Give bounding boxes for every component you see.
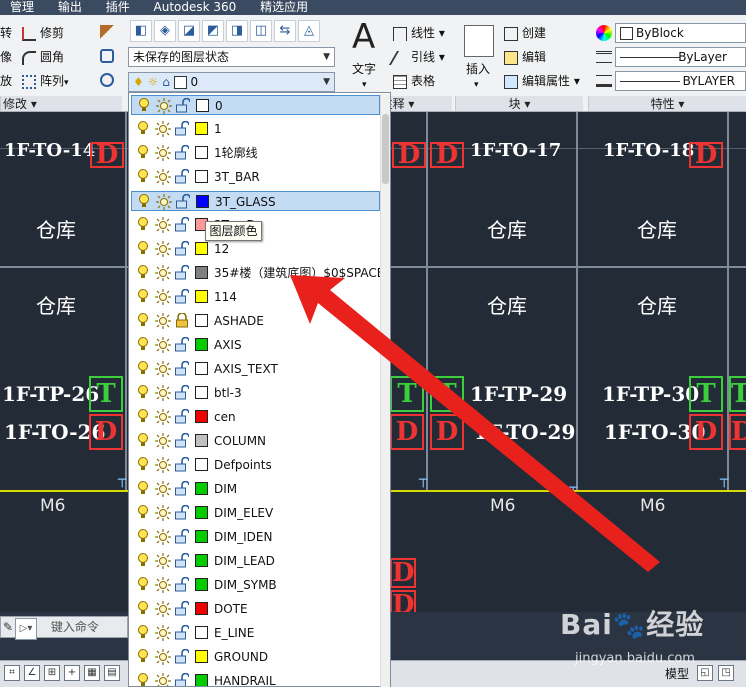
paw-icon: 🐾: [612, 611, 647, 641]
watermark-brand: Bai: [560, 608, 613, 641]
watermark: Bai🐾经验 jingyan.baidu.com: [560, 603, 705, 666]
watermark-url: jingyan.baidu.com: [575, 651, 695, 666]
arrow-shape: [290, 275, 660, 572]
watermark-brand2: 经验: [646, 608, 705, 641]
annotation-arrow: [290, 275, 660, 572]
